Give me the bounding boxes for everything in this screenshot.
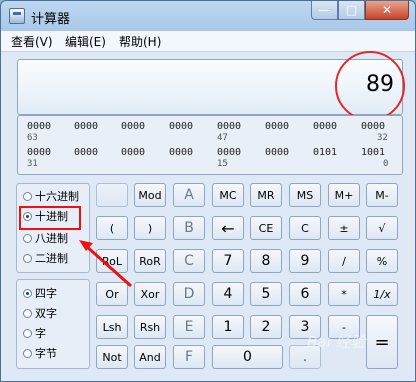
annotation-arrow [79, 240, 132, 288]
watermark: Bai 经验 [307, 333, 366, 351]
calculator-window: 计算器 — □ ✕ 查看(V) 编辑(E) 帮助(H) 89 0000 0000… [0, 0, 416, 382]
